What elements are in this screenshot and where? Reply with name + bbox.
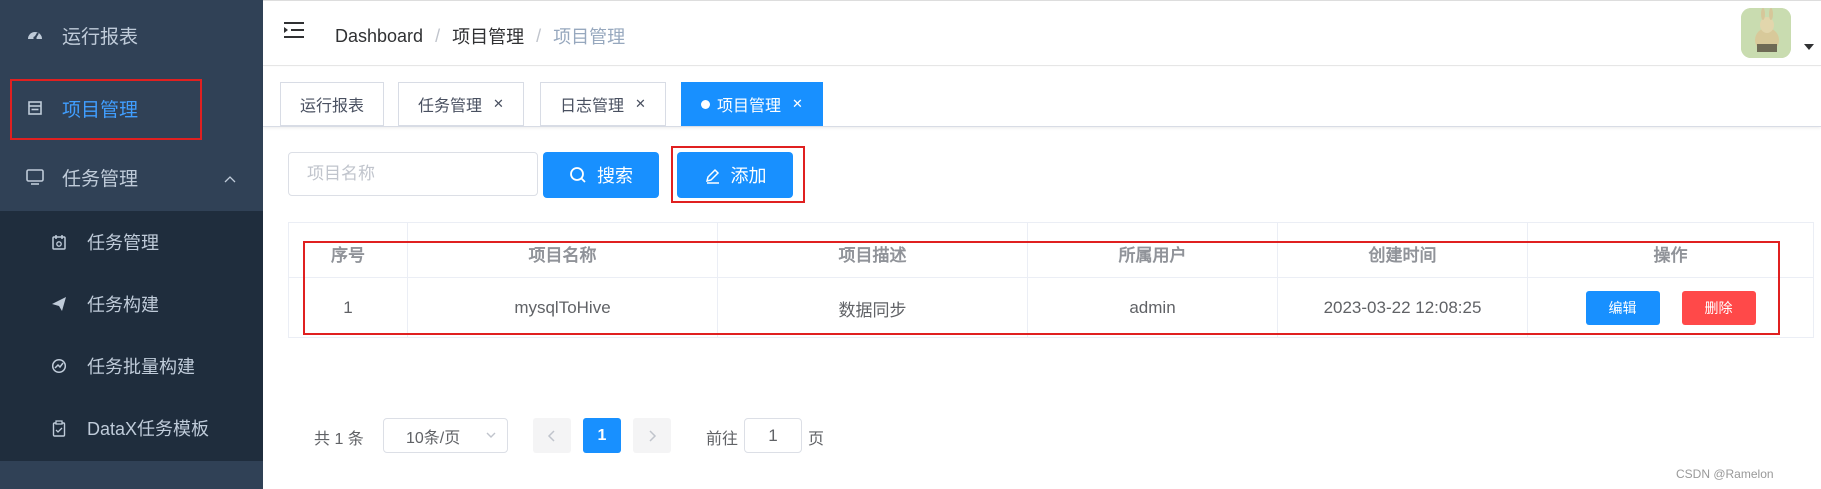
page-size-value: 10条/页 [406,429,461,447]
sidebar-subitem-label: 任务管理 [87,233,159,253]
close-icon[interactable]: ✕ [792,96,803,112]
prev-page-button[interactable] [533,418,571,453]
clipboard-icon [49,418,69,438]
sidebar-item-more[interactable] [0,461,263,489]
sidebar-subitem-label: 任务构建 [87,295,159,315]
sub-menu: 任务管理 任务构建 任务批量构建 DataX任务模板 [0,211,263,461]
sidebar-subitem-task-build[interactable]: 任务构建 [0,273,263,335]
tags-view: 运行报表 任务管理 ✕ 日志管理 ✕ 项目管理 ✕ [263,67,1821,127]
breadcrumb-current: 项目管理 [553,27,626,47]
tag-label: 运行报表 [300,98,365,115]
tag-label: 任务管理 [418,98,483,115]
goto-page-input[interactable] [744,418,802,453]
sidebar: 运行报表 项目管理 任务管理 任务管理 任务构建 任务批量构建 DataX任务模… [0,0,263,489]
sidebar-subitem-datax-template[interactable]: DataX任务模板 [0,397,263,459]
breadcrumb: Dashboard / 项目管理 / 项目管理 [335,23,625,49]
edit-icon [704,167,721,184]
paper-plane-icon [49,294,69,314]
breadcrumb-dashboard[interactable]: Dashboard [335,26,423,47]
next-page-button[interactable] [633,418,671,453]
chevron-down-icon[interactable] [1804,44,1814,50]
search-icon [569,166,587,184]
search-button-label: 搜索 [597,166,633,186]
calendar-icon [49,232,69,252]
add-button[interactable]: 添加 [677,152,793,198]
tag-label: 日志管理 [560,98,625,115]
close-icon[interactable]: ✕ [493,96,504,112]
chart-icon [49,356,69,376]
active-dot-icon [701,99,710,109]
avatar[interactable] [1741,8,1791,58]
sidebar-subitem-label: 任务批量构建 [87,357,195,377]
add-button-label: 添加 [730,166,767,186]
sidebar-subitem-task-manage[interactable]: 任务管理 [0,211,263,273]
sidebar-subitem-batch-build[interactable]: 任务批量构建 [0,335,263,397]
highlight-table [303,241,1780,335]
chevron-up-icon [223,169,237,191]
pagination-total: 共 1 条 [314,431,364,448]
sidebar-item-label: 任务管理 [62,168,139,190]
chevron-right-icon [649,429,657,442]
monitor-icon [25,167,45,187]
sidebar-item-report[interactable]: 运行报表 [0,0,263,70]
tag-project-manage[interactable]: 项目管理 ✕ [681,82,823,126]
project-name-input[interactable] [288,152,538,196]
goto-label: 前往 [706,431,739,448]
page-unit-label: 页 [808,431,825,448]
dashboard-icon [25,25,45,45]
search-button[interactable]: 搜索 [543,152,659,198]
page-number[interactable]: 1 [583,418,621,453]
sidebar-item-task[interactable]: 任务管理 [0,142,263,212]
tag-log-manage[interactable]: 日志管理 ✕ [540,82,666,126]
tag-report[interactable]: 运行报表 [280,82,385,126]
breadcrumb-separator: / [536,25,542,46]
navbar: Dashboard / 项目管理 / 项目管理 [263,0,1821,66]
sidebar-subitem-label: DataX任务模板 [87,419,210,439]
breadcrumb-separator: / [435,25,441,46]
tag-label: 项目管理 [717,98,782,115]
highlight-sidebar-project [10,79,202,140]
page-size-select[interactable]: 10条/页 [383,418,508,453]
sidebar-item-label: 运行报表 [62,26,139,48]
chevron-down-icon [485,428,497,447]
close-icon[interactable]: ✕ [635,96,646,112]
watermark: CSDN @Ramelon [1676,467,1774,481]
chevron-left-icon [547,429,555,442]
tag-task-manage[interactable]: 任务管理 ✕ [398,82,524,126]
hamburger-icon[interactable] [283,21,307,43]
breadcrumb-project[interactable]: 项目管理 [452,23,524,49]
